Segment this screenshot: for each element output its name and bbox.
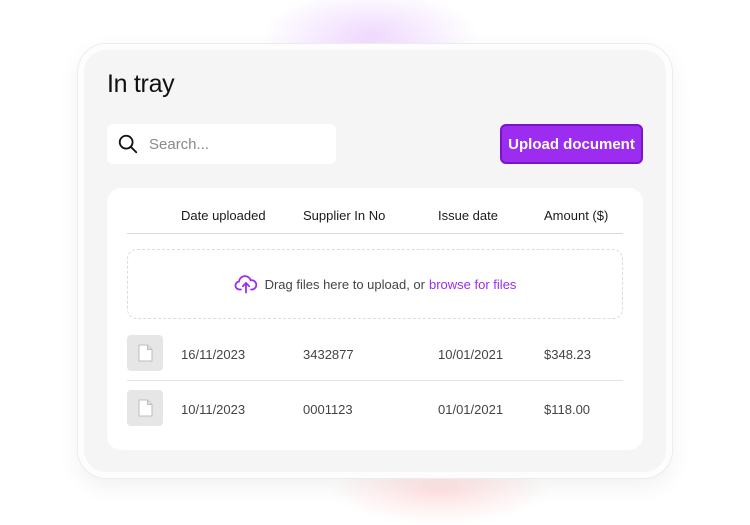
in-tray-panel: In tray Upload document Date uploaded Su… — [78, 44, 672, 478]
search-input[interactable] — [147, 134, 321, 154]
column-header-supplier-in-no: Supplier In No — [303, 208, 386, 223]
page-title: In tray — [107, 70, 175, 98]
table-row[interactable]: 16/11/2023 3432877 10/01/2021 $348.23 — [127, 330, 623, 381]
cell-date-uploaded: 10/11/2023 — [181, 402, 246, 417]
table-header: Date uploaded Supplier In No Issue date … — [127, 188, 623, 234]
cell-supplier-in-no: 3432877 — [303, 347, 354, 362]
dropzone-text: Drag files here to upload, or — [264, 276, 425, 292]
cloud-upload-icon — [234, 275, 257, 294]
cell-issue-date: 10/01/2021 — [438, 347, 504, 362]
document-icon — [138, 344, 152, 362]
stage: In tray Upload document Date uploaded Su… — [0, 0, 750, 525]
column-header-date-uploaded: Date uploaded — [181, 208, 266, 223]
cell-amount: $118.00 — [544, 402, 591, 417]
search-icon — [118, 134, 138, 154]
document-icon — [138, 399, 152, 417]
table-row[interactable]: 10/11/2023 0001123 01/01/2021 $118.00 — [127, 385, 623, 435]
file-thumbnail — [127, 390, 163, 426]
upload-document-button[interactable]: Upload document — [500, 124, 643, 164]
file-dropzone[interactable]: Drag files here to upload, or browse for… — [127, 249, 623, 319]
column-header-amount: Amount ($) — [544, 208, 609, 223]
column-header-issue-date: Issue date — [438, 208, 498, 223]
documents-table-card: Date uploaded Supplier In No Issue date … — [107, 188, 643, 450]
cell-supplier-in-no: 0001123 — [303, 402, 353, 417]
search-box[interactable] — [107, 124, 336, 164]
cell-amount: $348.23 — [544, 347, 591, 362]
browse-files-link[interactable]: browse for files — [429, 277, 516, 292]
cell-date-uploaded: 16/11/2023 — [181, 347, 246, 362]
file-thumbnail — [127, 335, 163, 371]
cell-issue-date: 01/01/2021 — [438, 402, 504, 417]
